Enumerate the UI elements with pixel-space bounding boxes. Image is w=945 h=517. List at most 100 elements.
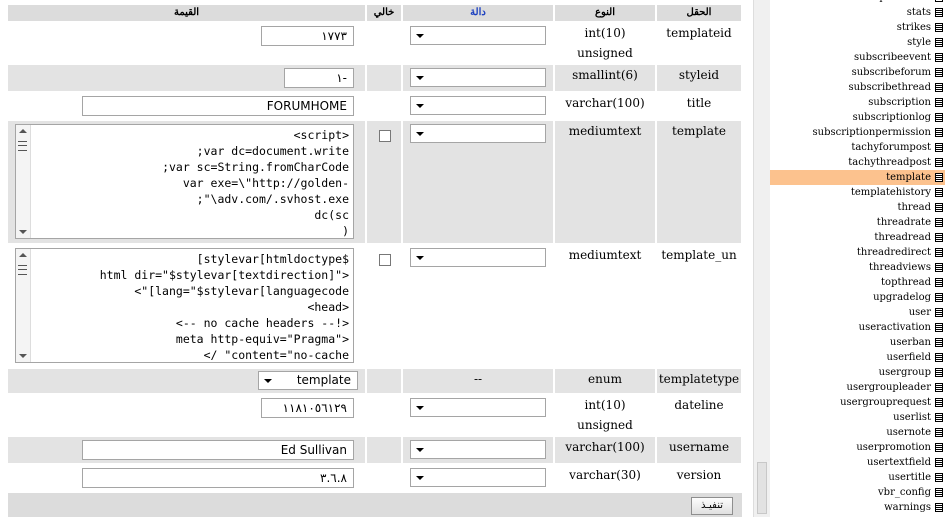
field-name: dateline (657, 395, 741, 435)
sidebar-item-threadread[interactable]: threadread (770, 230, 945, 245)
sidebar-item-label: subscribethread (848, 82, 931, 93)
sidebar-item-usergrouprequest[interactable]: usergrouprequest (770, 395, 945, 410)
sidebar-item-label: vbr_config (878, 487, 931, 498)
scroll-down-icon (19, 230, 27, 234)
function-select[interactable] (410, 248, 546, 267)
value-input[interactable]: ٣.٦.٨ (82, 468, 354, 488)
function-select[interactable] (410, 26, 546, 45)
function-select[interactable] (410, 68, 546, 87)
enum-selected-value: template (296, 373, 351, 387)
null-checkbox[interactable] (379, 130, 391, 142)
sidebar-item-userpromotion[interactable]: userpromotion (770, 440, 945, 455)
field-type: mediumtext (555, 121, 655, 243)
table-icon (935, 53, 943, 62)
sidebar-item-tachythreadpost[interactable]: tachythreadpost (770, 155, 945, 170)
chevron-down-icon (416, 76, 424, 80)
sidebar-item-userlist[interactable]: userlist (770, 410, 945, 425)
chevron-down-icon (416, 406, 424, 410)
sidebar-item-label: usergroupleader (846, 382, 932, 393)
sidebar-item-label: usertitle (888, 472, 931, 483)
sidebar-item-strikes[interactable]: strikes (770, 20, 945, 35)
sidebar-item-userban[interactable]: userban (770, 335, 945, 350)
sidebar-item-user[interactable]: user (770, 305, 945, 320)
sidebar-item-vbr_config[interactable]: vbr_config (770, 485, 945, 500)
sidebar-item-usergroupleader[interactable]: usergroupleader (770, 380, 945, 395)
scrollbar-thumb[interactable] (757, 462, 767, 514)
enum-value-select[interactable]: template (258, 371, 358, 390)
sidebar-item-label: template (886, 172, 931, 183)
chevron-down-icon (416, 256, 424, 260)
sidebar-item-usergroup[interactable]: usergroup (770, 365, 945, 380)
sidebar-item-subscribeevent[interactable]: subscribeevent (770, 50, 945, 65)
sidebar-item-stats[interactable]: stats (770, 5, 945, 20)
table-icon (935, 503, 943, 512)
sidebar-item-thread[interactable]: thread (770, 200, 945, 215)
function-select[interactable] (410, 440, 546, 459)
value-input[interactable]: ١٧٧٣ (261, 26, 354, 46)
sidebar-item-label: style (907, 37, 931, 48)
field-name: title (657, 93, 741, 119)
field-type: varchar(100) (555, 93, 655, 119)
value-input[interactable]: ١١٨١٠٥٦١٢٩ (261, 398, 354, 418)
sidebar-item-tachyforumpost[interactable]: tachyforumpost (770, 140, 945, 155)
sidebar-item-usernote[interactable]: usernote (770, 425, 945, 440)
sidebar-item-label: usergroup (878, 367, 931, 378)
sidebar-item-subscribethread[interactable]: subscribethread (770, 80, 945, 95)
function-select[interactable] (410, 124, 546, 143)
sidebar-item-label: threadviews (869, 262, 931, 273)
sidebar-item-label: subscribeevent (854, 52, 931, 63)
null-checkbox[interactable] (379, 254, 391, 266)
sidebar-item-label: subscription (868, 97, 931, 108)
textarea-scrollbar[interactable] (16, 125, 31, 238)
field-name: username (657, 437, 741, 463)
value-input[interactable]: ١- (284, 68, 354, 88)
table-row: ٣.٦.٨ varchar(30) version (8, 465, 741, 491)
sidebar-item-userfield[interactable]: userfield (770, 350, 945, 365)
table-icon (935, 443, 943, 452)
table-icon (935, 203, 943, 212)
field-type: int(10) unsigned (555, 23, 655, 63)
field-name: templatetype (657, 369, 741, 393)
table-icon (935, 428, 943, 437)
submit-button[interactable]: تنفيـذ (691, 497, 733, 515)
value-input[interactable]: Ed Sullivan (82, 440, 354, 460)
sidebar-item-threadrate[interactable]: threadrate (770, 215, 945, 230)
value-textarea[interactable]: [stylevar[htmldoctype$ html dir="$stylev… (15, 248, 354, 363)
sidebar-item-subscriptionpermission[interactable]: subscriptionpermission (770, 125, 945, 140)
function-select[interactable] (410, 96, 546, 115)
textarea-content: [stylevar[htmldoctype$ html dir="$stylev… (99, 252, 349, 362)
scroll-up-icon (19, 129, 27, 133)
chevron-down-icon (416, 104, 424, 108)
sidebar-item-label: usernote (886, 427, 931, 438)
sidebar-item-topthread[interactable]: topthread (770, 275, 945, 290)
sidebar-item-label: user (908, 307, 931, 318)
sidebar-item-threadviews[interactable]: threadviews (770, 260, 945, 275)
table-icon (935, 173, 943, 182)
sidebar-item-subscribeforum[interactable]: subscribeforum (770, 65, 945, 80)
function-select[interactable] (410, 468, 546, 487)
sidebar-item-upgradelog[interactable]: upgradelog (770, 290, 945, 305)
value-textarea[interactable]: <script> ;var dc=document.write ;var sc=… (15, 124, 354, 239)
function-select[interactable] (410, 398, 546, 417)
sidebar-item-warnings[interactable]: warnings (770, 500, 945, 515)
main-scrollbar[interactable] (753, 0, 770, 517)
sidebar-item-templatehistory[interactable]: templatehistory (770, 185, 945, 200)
sidebar-item-template[interactable]: template (770, 170, 945, 185)
function-placeholder: -- (403, 369, 553, 393)
table-icon (935, 308, 943, 317)
sidebar-item-usertitle[interactable]: usertitle (770, 470, 945, 485)
textarea-content: <script> ;var dc=document.write ;var sc=… (162, 128, 349, 238)
sidebar-item-subscription[interactable]: subscription (770, 95, 945, 110)
chevron-down-icon (416, 34, 424, 38)
chevron-down-icon (416, 132, 424, 136)
header-function: دالة (403, 5, 553, 21)
sidebar-item-label: warnings (884, 502, 931, 513)
textarea-scrollbar[interactable] (16, 249, 31, 362)
sidebar-item-style[interactable]: style (770, 35, 945, 50)
value-input[interactable]: FORUMHOME (82, 96, 354, 116)
sidebar-item-useractivation[interactable]: useractivation (770, 320, 945, 335)
sidebar-item-threadredirect[interactable]: threadredirect (770, 245, 945, 260)
field-name: styleid (657, 65, 741, 91)
sidebar-item-subscriptionlog[interactable]: subscriptionlog (770, 110, 945, 125)
sidebar-item-usertextfield[interactable]: usertextfield (770, 455, 945, 470)
